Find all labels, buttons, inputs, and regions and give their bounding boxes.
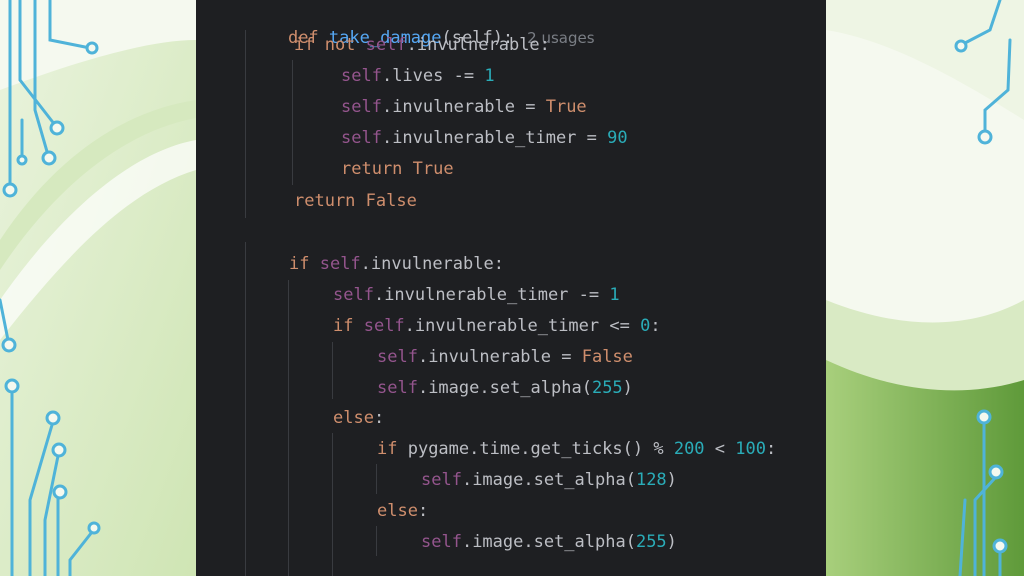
number-literal: 255: [635, 532, 667, 552]
code-line[interactable]: else:: [333, 406, 384, 430]
keyword: return True: [341, 159, 454, 179]
indent-guide: [376, 526, 377, 556]
code-text: .image.set_alpha(: [461, 532, 636, 552]
code-text: :: [765, 439, 777, 459]
code-text: .invulnerable =: [381, 97, 546, 117]
code-line[interactable]: return False: [294, 189, 417, 213]
code-text: .invulnerable =: [417, 347, 582, 367]
code-line[interactable]: if pygame.time.get_ticks() % 200 < 100:: [377, 437, 776, 461]
code-text: .lives -=: [381, 66, 485, 86]
indent-guide: [292, 60, 293, 185]
self-ref: self: [341, 97, 382, 117]
code-line[interactable]: else:: [377, 499, 428, 523]
self-ref: self: [341, 66, 382, 86]
self-ref: self: [377, 378, 418, 398]
self-ref: self: [319, 254, 361, 274]
code-line[interactable]: self.invulnerable_timer -= 1: [333, 283, 620, 307]
code-text: .image.set_alpha(: [461, 470, 636, 490]
keyword: return False: [294, 191, 417, 211]
code-line[interactable]: self.image.set_alpha(128): [421, 468, 677, 492]
number-literal: 1: [609, 285, 620, 305]
indent-guide: [245, 30, 246, 218]
self-ref: self: [421, 532, 462, 552]
code-text: .invulnerable_timer -=: [373, 285, 610, 305]
code-text: <: [704, 439, 736, 459]
code-text: ): [666, 532, 677, 552]
code-line[interactable]: if self.invulnerable_timer <= 0:: [333, 314, 661, 338]
number-literal: 90: [607, 128, 628, 148]
code-text: .invulnerable_timer =: [381, 128, 608, 148]
code-editor-panel[interactable]: def take_damage(self): 2 usages if not se…: [196, 0, 826, 576]
keyword: if not: [294, 35, 366, 55]
code-text: :: [417, 501, 429, 521]
code-text: :: [373, 408, 385, 428]
self-ref: self: [341, 128, 382, 148]
code-line[interactable]: def take_damage(self): 2 usages: [247, 2, 595, 48]
code-line[interactable]: if self.invulnerable:: [289, 252, 504, 276]
code-line[interactable]: if not self.invulnerable:: [294, 33, 550, 57]
keyword: True: [545, 97, 587, 117]
self-ref: self: [421, 470, 462, 490]
self-ref: self: [363, 316, 405, 336]
code-text: .invulnerable:: [406, 35, 550, 55]
keyword: else: [377, 501, 418, 521]
indent-guide: [332, 342, 333, 399]
self-ref: self: [333, 285, 374, 305]
number-literal: 200: [673, 439, 705, 459]
code-line[interactable]: self.image.set_alpha(255): [421, 530, 677, 554]
keyword: if: [289, 254, 320, 274]
code-line[interactable]: self.invulnerable_timer = 90: [341, 126, 628, 150]
indent-guide: [376, 464, 377, 494]
code-text: .invulnerable_timer <=: [404, 316, 641, 336]
code-line[interactable]: self.invulnerable = False: [377, 345, 633, 369]
self-ref: self: [365, 35, 407, 55]
code-text: pygame.time.get_ticks() %: [407, 439, 674, 459]
keyword: if: [377, 439, 408, 459]
keyword: if: [333, 316, 364, 336]
self-ref: self: [377, 347, 418, 367]
code-line[interactable]: self.image.set_alpha(255): [377, 376, 633, 400]
code-text: ): [666, 470, 677, 490]
code-line[interactable]: return True: [341, 157, 454, 181]
number-literal: 128: [635, 470, 667, 490]
number-literal: 0: [640, 316, 651, 336]
code-text: :: [650, 316, 661, 336]
indent-guide: [332, 433, 333, 576]
indent-guide: [288, 280, 289, 576]
number-literal: 255: [591, 378, 623, 398]
code-line[interactable]: self.lives -= 1: [341, 64, 495, 88]
indent-guide: [245, 242, 246, 576]
code-line[interactable]: self.invulnerable = True: [341, 95, 587, 119]
code-text: .invulnerable:: [360, 254, 504, 274]
keyword: False: [581, 347, 633, 367]
keyword: else: [333, 408, 374, 428]
code-text: ): [622, 378, 633, 398]
number-literal: 1: [484, 66, 495, 86]
code-text: .image.set_alpha(: [417, 378, 592, 398]
number-literal: 100: [735, 439, 766, 459]
